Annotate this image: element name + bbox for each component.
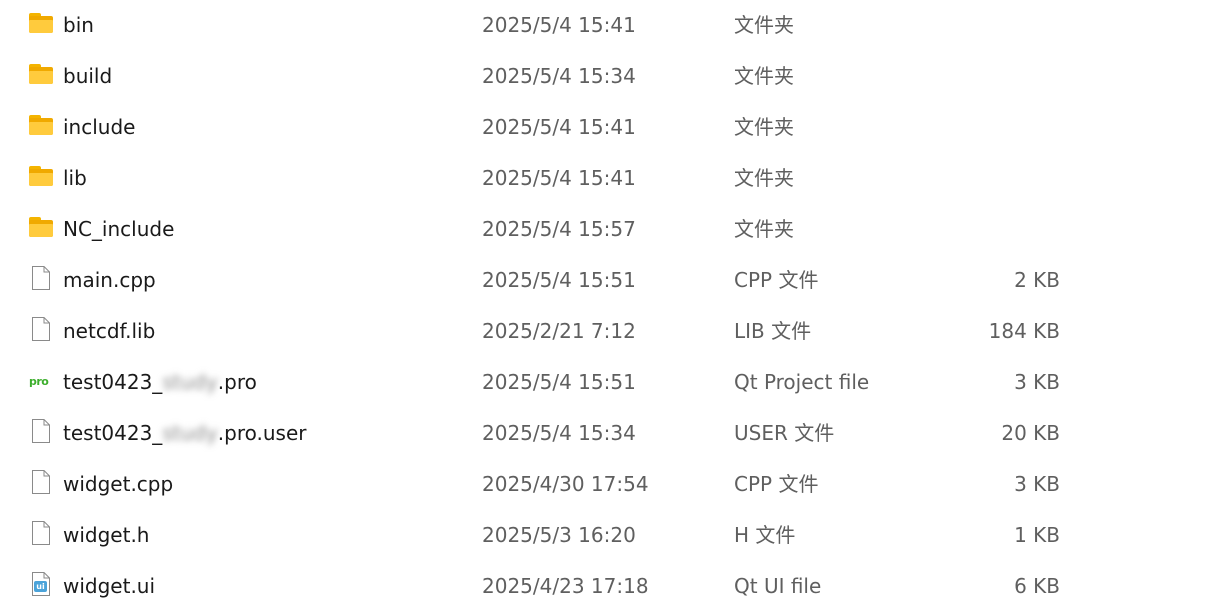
file-date-modified: 2025/5/4 15:57 <box>482 217 636 241</box>
file-name: bin <box>63 13 94 37</box>
file-size: 20 KB <box>1001 421 1060 445</box>
file-date-modified: 2025/4/30 17:54 <box>482 472 649 496</box>
file-name: build <box>63 64 113 88</box>
file-size: 6 KB <box>1014 574 1060 598</box>
document-icon <box>29 470 55 496</box>
file-name: netcdf.lib <box>63 319 156 343</box>
file-row-bin[interactable]: bin 2025/5/4 15:41 文件夹 <box>0 0 1100 51</box>
file-name: widget.h <box>63 523 150 547</box>
file-name-suffix: .pro.user <box>217 421 307 445</box>
file-type: H 文件 <box>734 523 796 547</box>
file-name: widget.ui <box>63 574 156 598</box>
file-size <box>900 102 1060 153</box>
file-date-modified: 2025/5/4 15:41 <box>482 13 636 37</box>
file-type: LIB 文件 <box>734 319 812 343</box>
folder-icon <box>29 64 55 88</box>
file-date-modified: 2025/2/21 7:12 <box>482 319 636 343</box>
folder-icon <box>29 166 55 190</box>
file-type: Qt UI file <box>734 574 822 598</box>
file-row-main-cpp[interactable]: main.cpp 2025/5/4 15:51 CPP 文件 2 KB <box>0 255 1100 306</box>
file-row-pro-user[interactable]: test0423_study.pro.user 2025/5/4 15:34 U… <box>0 408 1100 459</box>
folder-icon <box>29 13 55 37</box>
file-type: USER 文件 <box>734 421 835 445</box>
file-row-lib[interactable]: lib 2025/5/4 15:41 文件夹 <box>0 153 1100 204</box>
file-name: widget.cpp <box>63 472 174 496</box>
file-name: main.cpp <box>63 268 156 292</box>
qt-ui-icon: ui <box>29 572 55 598</box>
file-type: CPP 文件 <box>734 472 819 496</box>
file-row-widget-ui[interactable]: ui widget.ui 2025/4/23 17:18 Qt UI file … <box>0 561 1100 612</box>
file-name-redacted: study <box>162 370 218 394</box>
file-type: 文件夹 <box>734 166 794 190</box>
file-type: Qt Project file <box>734 370 870 394</box>
document-icon <box>29 317 55 343</box>
file-row-widget-cpp[interactable]: widget.cpp 2025/4/30 17:54 CPP 文件 3 KB <box>0 459 1100 510</box>
file-type: 文件夹 <box>734 115 794 139</box>
file-date-modified: 2025/4/23 17:18 <box>482 574 649 598</box>
folder-icon <box>29 115 55 139</box>
file-row-qt-project[interactable]: pro test0423_study.pro 2025/5/4 15:51 Qt… <box>0 357 1100 408</box>
file-type: 文件夹 <box>734 64 794 88</box>
file-name-prefix: test0423_ <box>63 370 163 394</box>
document-icon <box>29 521 55 547</box>
file-size: 3 KB <box>1014 370 1060 394</box>
file-name-suffix: .pro <box>217 370 257 394</box>
qt-pro-icon: pro <box>29 375 49 388</box>
file-size: 3 KB <box>1014 472 1060 496</box>
file-row-netcdf-lib[interactable]: netcdf.lib 2025/2/21 7:12 LIB 文件 184 KB <box>0 306 1100 357</box>
file-date-modified: 2025/5/3 16:20 <box>482 523 636 547</box>
file-date-modified: 2025/5/4 15:51 <box>482 370 636 394</box>
file-size: 1 KB <box>1014 523 1060 547</box>
file-type: 文件夹 <box>734 13 794 37</box>
file-name: test0423_study.pro.user <box>63 408 306 459</box>
file-size <box>900 51 1060 102</box>
file-date-modified: 2025/5/4 15:34 <box>482 64 636 88</box>
file-row-nc-include[interactable]: NC_include 2025/5/4 15:57 文件夹 <box>0 204 1100 255</box>
folder-icon <box>29 217 55 241</box>
file-size <box>900 0 1060 51</box>
file-list: bin 2025/5/4 15:41 文件夹 build 2025/5/4 15… <box>0 0 1210 612</box>
file-name-redacted: study <box>162 421 218 445</box>
file-date-modified: 2025/5/4 15:41 <box>482 166 636 190</box>
file-type: CPP 文件 <box>734 268 819 292</box>
document-icon <box>29 419 55 445</box>
file-row-build[interactable]: build 2025/5/4 15:34 文件夹 <box>0 51 1100 102</box>
file-name: include <box>63 115 136 139</box>
file-size <box>900 153 1060 204</box>
file-name: NC_include <box>63 217 175 241</box>
file-date-modified: 2025/5/4 15:34 <box>482 421 636 445</box>
file-name: lib <box>63 166 87 190</box>
file-name-prefix: test0423_ <box>63 421 163 445</box>
file-row-widget-h[interactable]: widget.h 2025/5/3 16:20 H 文件 1 KB <box>0 510 1100 561</box>
file-date-modified: 2025/5/4 15:41 <box>482 115 636 139</box>
document-icon <box>29 266 55 292</box>
file-name: test0423_study.pro <box>63 357 257 408</box>
file-type: 文件夹 <box>734 217 794 241</box>
file-size <box>900 204 1060 255</box>
file-size: 2 KB <box>1014 268 1060 292</box>
file-date-modified: 2025/5/4 15:51 <box>482 268 636 292</box>
file-row-include[interactable]: include 2025/5/4 15:41 文件夹 <box>0 102 1100 153</box>
file-size: 184 KB <box>988 319 1060 343</box>
